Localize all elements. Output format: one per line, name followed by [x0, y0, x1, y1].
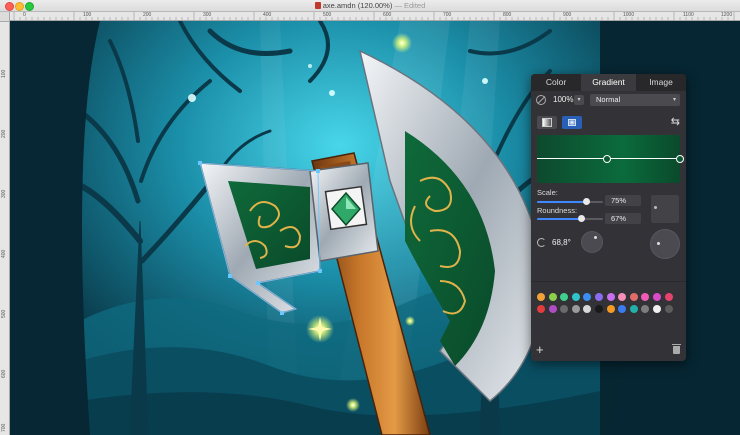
ruler-top-label: 700: [443, 12, 452, 18]
ruler-top-label: 300: [203, 12, 212, 18]
color-swatch[interactable]: [653, 305, 661, 313]
color-swatch[interactable]: [629, 305, 638, 313]
color-swatch[interactable]: [571, 305, 580, 313]
ruler-left-label: 600: [1, 369, 7, 378]
roundness-field[interactable]: 67%: [605, 213, 641, 224]
ruler-top-label: 100: [83, 12, 92, 18]
chevron-down-icon: ▾: [672, 97, 676, 103]
color-swatch[interactable]: [653, 293, 661, 301]
color-swatch[interactable]: [629, 293, 638, 301]
angle-value[interactable]: 68,8°: [552, 238, 571, 247]
offset-dial[interactable]: [650, 229, 680, 259]
gradient-stop-end[interactable]: [676, 155, 684, 163]
color-swatch[interactable]: [618, 305, 627, 313]
offset-dial-handle: [657, 242, 660, 245]
tab-gradient[interactable]: Gradient: [581, 74, 636, 91]
shape-preview[interactable]: [651, 195, 679, 223]
color-swatch[interactable]: [664, 293, 673, 301]
shape-preview-dot: [654, 206, 657, 209]
ruler-top-label: 0: [23, 12, 26, 18]
roundness-slider-fill: [537, 218, 582, 220]
color-swatch[interactable]: [606, 305, 615, 313]
blend-mode-label: Normal: [596, 95, 621, 104]
opacity-value[interactable]: 100%: [553, 95, 573, 105]
fill-panel: Color Gradient Image 100% ▾ Normal ▾ ⇆ S…: [531, 74, 686, 361]
ruler-top[interactable]: 0 100 200 300 400 500 600 700 800 900 10…: [9, 12, 740, 21]
ruler-left-label: 100: [1, 69, 7, 78]
color-swatch[interactable]: [664, 305, 673, 313]
title-bar: axe.amdn (120.00%) — Edited: [0, 0, 740, 12]
tab-color[interactable]: Color: [531, 74, 581, 91]
panel-divider: [531, 281, 686, 282]
roundness-slider[interactable]: [537, 215, 603, 222]
ruler-left-label: 400: [1, 249, 7, 258]
blend-mode-select[interactable]: Normal ▾: [590, 94, 680, 106]
ruler-top-label: 900: [563, 12, 572, 18]
ruler-top-label: 200: [143, 12, 152, 18]
ruler-top-label: 500: [323, 12, 332, 18]
color-swatch[interactable]: [618, 293, 627, 301]
color-swatch[interactable]: [583, 293, 592, 301]
roundness-slider-knob[interactable]: [577, 215, 585, 222]
ruler-top-label: 400: [263, 12, 272, 18]
color-swatch[interactable]: [560, 293, 569, 301]
color-swatch[interactable]: [537, 293, 545, 301]
scale-slider-knob[interactable]: [583, 198, 590, 205]
ruler-left[interactable]: 100 200 300 400 500 600 700: [0, 12, 10, 435]
scale-field[interactable]: 75%: [605, 195, 641, 206]
scale-label: Scale:: [537, 188, 558, 197]
ruler-corner[interactable]: [0, 12, 10, 22]
radial-gradient-icon: [568, 119, 576, 126]
angle-dial[interactable]: [581, 231, 603, 253]
color-swatch[interactable]: [571, 293, 580, 301]
tab-image[interactable]: Image: [636, 74, 686, 91]
ruler-top-label: 600: [383, 12, 392, 18]
add-swatch-icon[interactable]: +: [536, 343, 544, 356]
scale-slider[interactable]: [537, 198, 603, 205]
color-swatch[interactable]: [641, 305, 650, 313]
radial-gradient-button[interactable]: [562, 116, 582, 129]
linear-gradient-button[interactable]: [537, 116, 557, 129]
edited-status: — Edited: [394, 1, 426, 10]
panel-tabs: Color Gradient Image: [531, 74, 686, 91]
ruler-top-label: 1200: [721, 12, 733, 18]
color-swatch[interactable]: [560, 305, 569, 313]
color-swatch[interactable]: [537, 305, 545, 313]
ruler-left-label: 200: [1, 129, 7, 138]
color-swatch[interactable]: [595, 305, 603, 313]
gradient-stop-midpoint[interactable]: [603, 155, 611, 163]
window-title: axe.amdn (120.00%) — Edited: [0, 0, 740, 11]
opacity-icon: [536, 95, 546, 105]
color-swatch[interactable]: [548, 305, 557, 313]
linear-gradient-icon: [542, 118, 552, 127]
angle-dial-handle: [594, 236, 597, 239]
trash-icon[interactable]: [672, 344, 681, 354]
color-swatch[interactable]: [641, 293, 650, 301]
color-swatch[interactable]: [595, 293, 603, 301]
scale-slider-fill: [537, 201, 587, 203]
opacity-dropdown-button[interactable]: ▾: [574, 95, 584, 105]
window-title-text: axe.amdn (120.00%): [322, 1, 393, 10]
color-swatch[interactable]: [548, 293, 557, 301]
color-swatch[interactable]: [583, 305, 592, 313]
color-swatch[interactable]: [606, 293, 615, 301]
ruler-left-label: 500: [1, 309, 7, 318]
ruler-left-label: 700: [1, 423, 7, 432]
swap-colors-icon[interactable]: ⇆: [671, 116, 680, 129]
ruler-top-label: 800: [503, 12, 512, 18]
document-icon: [314, 2, 321, 9]
ruler-top-label: 1000: [623, 12, 635, 18]
rotate-icon: [537, 238, 546, 247]
ruler-left-label: 300: [1, 189, 7, 198]
roundness-label: Roundness:: [537, 206, 578, 215]
ruler-top-label: 1100: [683, 12, 694, 18]
